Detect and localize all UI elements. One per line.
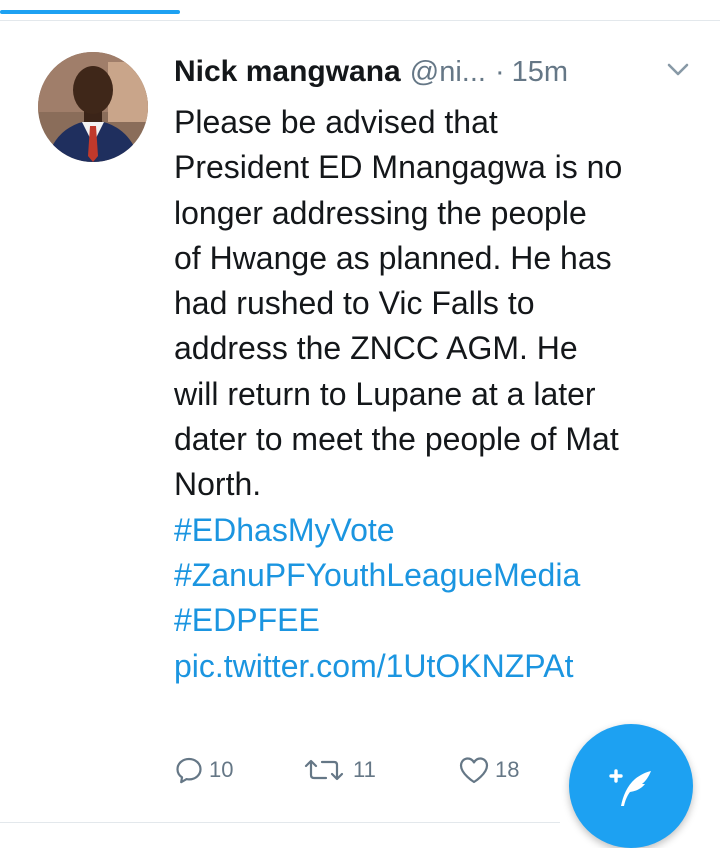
tweet-text-line: dater to meet the people of Mat bbox=[174, 421, 619, 458]
retweet-button[interactable]: 11 bbox=[300, 755, 458, 785]
retweet-icon bbox=[304, 759, 344, 781]
hashtag-link[interactable]: #ZanuPFYouthLeagueMedia bbox=[174, 553, 704, 598]
user-handle[interactable]: @ni... bbox=[410, 56, 486, 89]
tweet-text-line: of Hwange as planned. He has bbox=[174, 239, 612, 276]
heart-icon bbox=[459, 757, 489, 784]
tweet-text-line: had rushed to Vic Falls to bbox=[174, 285, 535, 322]
tab-indicator bbox=[0, 10, 180, 14]
tweet-timestamp[interactable]: 15m bbox=[512, 56, 568, 89]
tweet-text: Please be advised that President ED Mnan… bbox=[174, 100, 704, 689]
reply-count: 10 bbox=[209, 757, 234, 782]
tweet-text-line: President ED Mnangagwa is no bbox=[174, 149, 623, 186]
display-name[interactable]: Nick mangwana bbox=[174, 55, 401, 89]
tweet-text-line: address the ZNCC AGM. He bbox=[174, 330, 578, 367]
tweet-text-line: North. bbox=[174, 466, 262, 503]
chevron-down-icon[interactable] bbox=[664, 57, 692, 81]
compose-tweet-button[interactable] bbox=[569, 724, 693, 848]
separator-dot: · bbox=[494, 55, 505, 88]
hashtag-link[interactable]: #EDPFEE bbox=[174, 598, 704, 643]
retweet-count: 11 bbox=[353, 757, 376, 782]
tweet-text-line: Please be advised that bbox=[174, 104, 498, 140]
reply-button[interactable]: 10 bbox=[174, 755, 300, 785]
tweet-header: Nick mangwana @ni... · 15m bbox=[174, 50, 704, 94]
tweet-actions: 10 11 18 bbox=[174, 750, 519, 790]
like-button[interactable]: 18 bbox=[458, 755, 519, 785]
reply-icon bbox=[176, 757, 202, 784]
bottom-divider bbox=[0, 822, 560, 823]
top-divider bbox=[0, 20, 720, 21]
tweet-text-line: longer addressing the people bbox=[174, 194, 587, 231]
tweet-text-line: will return to Lupane at a later bbox=[174, 375, 596, 412]
hashtag-link[interactable]: #EDhasMyVote bbox=[174, 508, 704, 553]
avatar-photo bbox=[38, 52, 148, 162]
compose-tweet-icon bbox=[609, 769, 651, 806]
pic-link[interactable]: pic.twitter.com/1UtOKNZPAt bbox=[174, 644, 704, 689]
avatar[interactable] bbox=[38, 52, 148, 162]
like-count: 18 bbox=[495, 757, 520, 782]
